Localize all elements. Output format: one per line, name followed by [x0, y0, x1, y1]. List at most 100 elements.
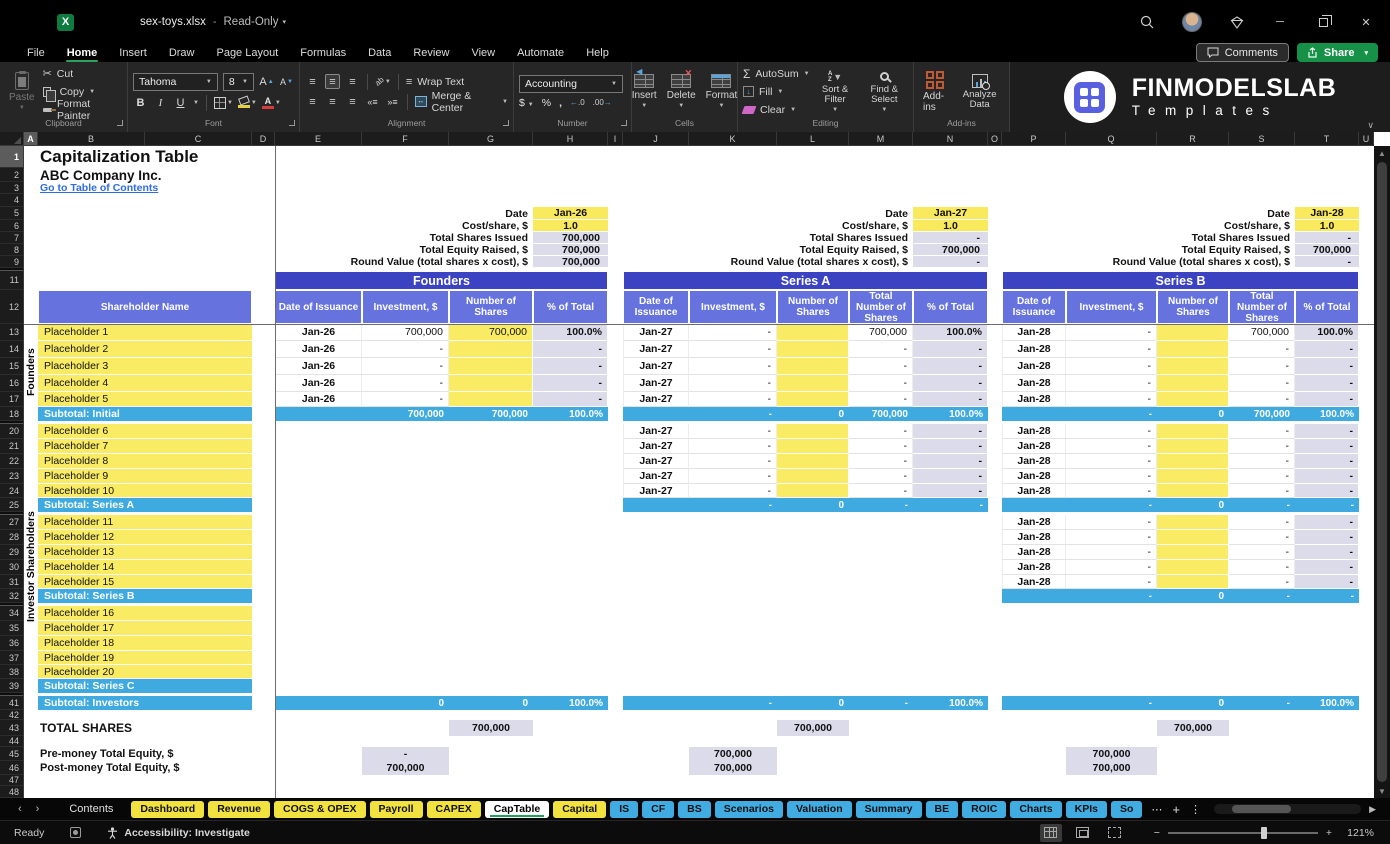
- shareholder-cell[interactable]: Placeholder 2: [38, 341, 252, 358]
- row-header-35[interactable]: 35: [0, 621, 23, 636]
- data-cell[interactable]: -: [1066, 545, 1157, 560]
- data-cell[interactable]: Jan-26: [275, 375, 362, 392]
- page-layout-view-button[interactable]: [1072, 824, 1094, 842]
- row-header-8[interactable]: 8: [0, 244, 23, 256]
- subtotal-value[interactable]: 700,000: [849, 407, 913, 421]
- data-cell[interactable]: -: [533, 375, 608, 392]
- column-header-F[interactable]: F: [362, 132, 449, 145]
- sheet-tab-valuation[interactable]: Valuation: [787, 801, 852, 818]
- subtotal-value[interactable]: -: [849, 498, 913, 512]
- increase-decimal-button[interactable]: ←.0: [570, 98, 585, 107]
- data-cell[interactable]: [1157, 484, 1229, 498]
- italic-button[interactable]: I: [153, 95, 168, 110]
- company-name[interactable]: ABC Company Inc.: [40, 168, 360, 182]
- shareholder-cell[interactable]: Placeholder 6: [38, 424, 252, 439]
- restore-button[interactable]: [1315, 14, 1331, 30]
- subtotal-value[interactable]: -: [1066, 498, 1157, 512]
- data-cell[interactable]: [1157, 424, 1229, 439]
- data-cell[interactable]: -: [913, 392, 988, 407]
- sheet-tab-dashboard[interactable]: Dashboard: [131, 801, 204, 818]
- sheet-tab-capital[interactable]: Capital: [553, 801, 606, 818]
- scroll-down-icon[interactable]: ▼: [1378, 784, 1386, 798]
- data-cell[interactable]: -: [913, 484, 988, 498]
- shareholder-cell[interactable]: Placeholder 7: [38, 439, 252, 454]
- vertical-scroll-thumb[interactable]: [1377, 162, 1387, 782]
- align-bottom-icon[interactable]: ≡: [345, 74, 360, 89]
- data-cell[interactable]: [1157, 515, 1229, 530]
- column-header-A[interactable]: A: [24, 132, 38, 145]
- subtotal-value[interactable]: -: [689, 407, 777, 421]
- data-cell[interactable]: -: [1229, 545, 1295, 560]
- subtotal-value[interactable]: -: [689, 696, 777, 710]
- data-cell[interactable]: [777, 358, 849, 375]
- row-header-13[interactable]: 13: [0, 324, 23, 341]
- shareholder-cell[interactable]: Placeholder 1: [38, 324, 252, 341]
- info-value[interactable]: 700,000: [1295, 244, 1359, 256]
- sheet-tab-kpis[interactable]: KPIs: [1066, 801, 1107, 818]
- row-header-7[interactable]: 7: [0, 232, 23, 244]
- data-cell[interactable]: Jan-27: [623, 484, 689, 498]
- subtotal-value[interactable]: -: [1295, 498, 1359, 512]
- subtotal-value[interactable]: -: [1295, 589, 1359, 603]
- info-value[interactable]: 700,000: [913, 244, 988, 256]
- row-header-25[interactable]: 25: [0, 498, 23, 512]
- data-cell[interactable]: [1157, 469, 1229, 484]
- data-cell[interactable]: 700,000: [1229, 324, 1295, 341]
- row-header-18[interactable]: 18: [0, 407, 23, 421]
- column-header-J[interactable]: J: [623, 132, 689, 145]
- user-avatar[interactable]: [1182, 12, 1202, 32]
- column-header-K[interactable]: K: [689, 132, 777, 145]
- data-cell[interactable]: Jan-28: [1002, 375, 1066, 392]
- row-header-30[interactable]: 30: [0, 560, 23, 575]
- column-header-R[interactable]: R: [1157, 132, 1229, 145]
- sheet-tab-bs[interactable]: BS: [678, 801, 711, 818]
- data-cell[interactable]: -: [689, 375, 777, 392]
- zoom-level[interactable]: 121%: [1340, 827, 1374, 839]
- pre-money-value[interactable]: 700,000: [1066, 747, 1157, 761]
- shareholder-cell[interactable]: Placeholder 3: [38, 358, 252, 375]
- autosum-button[interactable]: ΣAutoSum▼: [743, 66, 810, 81]
- excel-app-icon[interactable]: X: [57, 14, 74, 31]
- info-value[interactable]: 1.0: [533, 220, 608, 232]
- row-header-29[interactable]: 29: [0, 545, 23, 560]
- accessibility-status[interactable]: Accessibility: Investigate: [107, 827, 249, 839]
- data-cell[interactable]: -: [1229, 454, 1295, 469]
- cut-button[interactable]: ✂Cut: [43, 66, 122, 81]
- data-cell[interactable]: -: [1295, 375, 1359, 392]
- subtotal-value[interactable]: 0: [1157, 696, 1229, 710]
- data-cell[interactable]: [1157, 358, 1229, 375]
- data-cell[interactable]: -: [1295, 469, 1359, 484]
- macro-record-icon[interactable]: [70, 827, 81, 838]
- analyze-data-button[interactable]: Analyze Data: [955, 73, 1004, 111]
- shareholder-cell[interactable]: Placeholder 4: [38, 375, 252, 392]
- data-cell[interactable]: -: [1229, 484, 1295, 498]
- row-header-39[interactable]: 39: [0, 679, 23, 693]
- column-header-D[interactable]: D: [252, 132, 275, 145]
- sheet-tab-cf[interactable]: CF: [642, 801, 674, 818]
- grid-canvas[interactable]: Capitalization TableABC Company Inc.Go t…: [24, 146, 1374, 798]
- find-select-button[interactable]: Find & Select▼: [861, 69, 908, 114]
- data-cell[interactable]: -: [1229, 469, 1295, 484]
- row-header-27[interactable]: 27: [0, 515, 23, 530]
- ribbon-tab-help[interactable]: Help: [575, 44, 620, 62]
- subtotal-value[interactable]: 0: [362, 696, 449, 710]
- subtotal-value[interactable]: -: [689, 498, 777, 512]
- data-cell[interactable]: Jan-28: [1002, 515, 1066, 530]
- data-cell[interactable]: Jan-28: [1002, 530, 1066, 545]
- data-cell[interactable]: -: [1295, 560, 1359, 575]
- zoom-in-button[interactable]: +: [1326, 827, 1332, 839]
- shareholder-cell[interactable]: Placeholder 10: [38, 484, 252, 498]
- data-cell[interactable]: -: [1295, 341, 1359, 358]
- shareholder-cell[interactable]: Placeholder 14: [38, 560, 252, 575]
- subtotal-value[interactable]: -: [1229, 498, 1295, 512]
- data-cell[interactable]: -: [1229, 424, 1295, 439]
- number-format-select[interactable]: Accounting▼: [519, 75, 623, 93]
- ribbon-tab-home[interactable]: Home: [56, 44, 109, 62]
- data-cell[interactable]: Jan-28: [1002, 560, 1066, 575]
- sheet-tab-contents[interactable]: Contents: [55, 801, 127, 818]
- row-header-24[interactable]: 24: [0, 484, 23, 498]
- zoom-slider[interactable]: [1168, 832, 1318, 834]
- prev-sheet-icon[interactable]: ‹: [18, 803, 22, 815]
- sheet-tab-be[interactable]: BE: [926, 801, 959, 818]
- data-cell[interactable]: -: [849, 358, 913, 375]
